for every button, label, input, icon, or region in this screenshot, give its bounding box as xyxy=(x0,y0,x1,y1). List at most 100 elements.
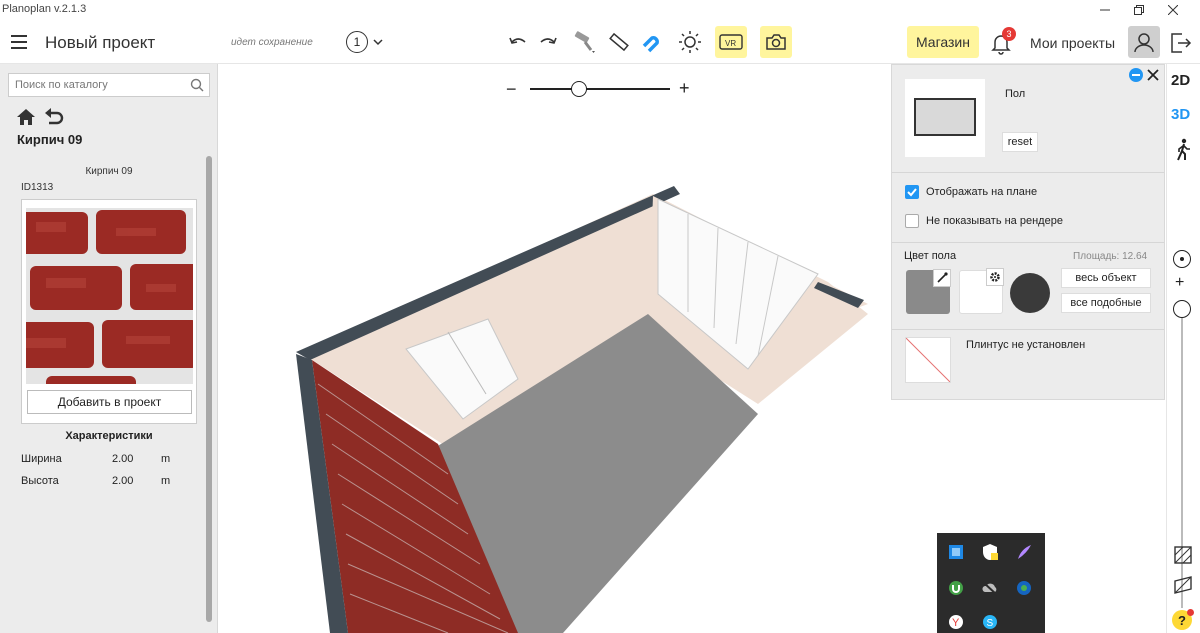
edge-browser-icon[interactable] xyxy=(1015,579,1033,597)
char-label: Ширина xyxy=(21,453,62,465)
exit-icon xyxy=(1171,33,1192,53)
lighting-button[interactable] xyxy=(674,26,706,58)
magnet-button[interactable] xyxy=(634,26,666,58)
zoom-slider-handle[interactable] xyxy=(571,81,587,97)
redo-button[interactable] xyxy=(532,26,564,58)
zoom-out-button[interactable]: − xyxy=(506,79,517,100)
brick-texture-image xyxy=(26,208,193,384)
char-unit: m xyxy=(161,453,171,465)
sun-icon xyxy=(679,31,701,53)
search-input[interactable] xyxy=(9,74,184,96)
hide-on-render-checkbox[interactable] xyxy=(905,214,919,228)
apply-whole-object-button[interactable]: весь объект xyxy=(1061,268,1151,288)
catalog-item-card[interactable]: Добавить в проект xyxy=(21,199,197,424)
reset-button[interactable]: reset xyxy=(1002,132,1038,152)
floor-color-title: Цвет пола xyxy=(904,250,957,262)
window-titlebar: Planoplan v.2.1.3 xyxy=(0,0,1200,20)
collapse-props-button[interactable] xyxy=(1129,68,1143,82)
app-title: Planoplan v.2.1.3 xyxy=(2,3,87,15)
floor-selector[interactable]: 1 xyxy=(346,31,384,53)
divider xyxy=(892,242,1164,243)
search-icon[interactable] xyxy=(190,78,204,92)
back-icon[interactable] xyxy=(44,108,64,126)
plinth-preview[interactable] xyxy=(905,337,951,383)
paint-roller-icon xyxy=(574,31,595,53)
shop-button[interactable]: Магазин xyxy=(907,26,979,58)
restore-button[interactable] xyxy=(1124,0,1154,20)
exit-button[interactable] xyxy=(1168,30,1194,56)
walk-mode-icon[interactable] xyxy=(1172,138,1194,162)
no-plinth-icon xyxy=(906,338,950,382)
utorrent-icon[interactable] xyxy=(947,579,965,597)
shield-warning-icon[interactable] xyxy=(981,543,999,561)
texture-settings-button[interactable] xyxy=(986,268,1004,286)
vr-button[interactable]: VR xyxy=(715,26,747,58)
my-projects-link[interactable]: Мои проекты xyxy=(1030,35,1115,51)
help-notification-dot xyxy=(1187,609,1194,616)
project-title[interactable]: Новый проект xyxy=(45,33,155,53)
saving-status: идет сохранение xyxy=(231,37,313,48)
characteristics-title: Характеристики xyxy=(65,430,153,442)
undo-button[interactable] xyxy=(502,26,534,58)
ruler-button[interactable] xyxy=(603,26,635,58)
minimize-button[interactable] xyxy=(1090,0,1120,20)
mode-2d-button[interactable]: 2D xyxy=(1171,72,1190,89)
paint-tool-button[interactable] xyxy=(568,26,600,58)
brick-texture-preview[interactable] xyxy=(26,208,193,384)
ruler-icon xyxy=(609,32,629,52)
char-label: Высота xyxy=(21,475,59,487)
object-name-label: Пол xyxy=(1005,88,1026,100)
vr-icon: VR xyxy=(719,34,743,50)
section-view-icon[interactable] xyxy=(1172,574,1194,596)
floor-number: 1 xyxy=(346,31,368,53)
floor-shape xyxy=(914,98,976,136)
skype-icon[interactable]: S xyxy=(981,613,999,631)
yandex-icon[interactable]: Y xyxy=(947,613,965,631)
eyedropper-button[interactable] xyxy=(933,269,951,287)
chevron-down-icon xyxy=(373,39,383,46)
char-value: 2.00 xyxy=(112,475,134,487)
user-icon xyxy=(1134,33,1154,53)
divider xyxy=(892,329,1164,330)
floor-preview xyxy=(905,79,985,157)
svg-text:VR: VR xyxy=(725,39,736,48)
close-icon xyxy=(1168,5,1178,15)
mode-3d-button[interactable]: 3D xyxy=(1171,106,1190,123)
zoom-in-button[interactable]: + xyxy=(679,78,690,99)
cloud-off-icon[interactable] xyxy=(981,579,999,597)
camera-zoom-in-button[interactable]: + xyxy=(1175,274,1184,292)
apply-similar-button[interactable]: все подобные xyxy=(1061,293,1151,313)
feather-icon[interactable] xyxy=(1015,543,1033,561)
undo-icon xyxy=(509,37,526,44)
reset-view-button[interactable] xyxy=(1173,250,1191,268)
network-app-icon[interactable] xyxy=(947,543,965,561)
hide-walls-icon[interactable] xyxy=(1172,544,1194,566)
user-profile-button[interactable] xyxy=(1128,26,1160,58)
show-on-plan-checkbox[interactable] xyxy=(905,185,919,199)
system-tray-popup: Y S xyxy=(937,533,1045,633)
svg-text:Y: Y xyxy=(952,617,960,629)
catalog-search[interactable] xyxy=(8,73,210,97)
card-item-id: ID1313 xyxy=(21,182,54,193)
close-window-button[interactable] xyxy=(1158,0,1188,20)
divider xyxy=(892,172,1164,173)
hide-on-render-label: Не показывать на рендере xyxy=(926,215,1063,227)
add-to-project-button[interactable]: Добавить в проект xyxy=(27,390,192,414)
plinth-label: Плинтус не установлен xyxy=(966,339,1086,351)
app-header: Новый проект идет сохранение 1 VR Магази… xyxy=(0,20,1200,64)
restore-icon xyxy=(1134,5,1144,15)
catalog-scrollbar[interactable] xyxy=(206,156,212,622)
home-icon[interactable] xyxy=(16,108,36,126)
zoom-slider-track[interactable] xyxy=(530,88,670,90)
close-props-icon[interactable] xyxy=(1146,68,1160,82)
catalog-panel: Кирпич 09 Кирпич 09 ID1313 Добавить в пр… xyxy=(0,64,218,633)
svg-text:S: S xyxy=(987,618,994,629)
minimize-icon xyxy=(1100,9,1110,11)
camera-zoom-handle[interactable] xyxy=(1173,300,1191,318)
menu-icon[interactable] xyxy=(11,35,27,49)
eyedropper-icon xyxy=(937,272,948,283)
redo-icon xyxy=(540,37,557,44)
camera-icon xyxy=(766,34,786,50)
screenshot-button[interactable] xyxy=(760,26,792,58)
material-sphere[interactable] xyxy=(1010,273,1050,313)
